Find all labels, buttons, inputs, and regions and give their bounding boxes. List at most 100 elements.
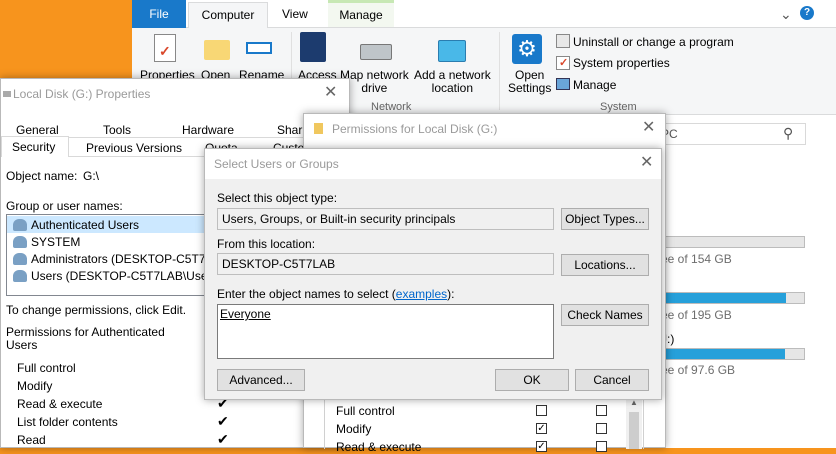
drive-usage-fill <box>658 349 786 359</box>
system-group-label: System <box>600 101 637 113</box>
examples-link[interactable]: examples <box>396 287 447 301</box>
close-icon[interactable]: ✕ <box>642 120 655 136</box>
tab-view[interactable]: View <box>282 7 308 21</box>
add-network-location-button[interactable]: Add a network location <box>414 69 491 95</box>
drive-usage-bar <box>657 348 805 360</box>
permission-name: Read & execute <box>17 397 103 411</box>
ribbon-separator <box>499 32 500 110</box>
tab-tools[interactable]: Tools <box>103 123 131 137</box>
network-group-label: Network <box>371 101 412 113</box>
check-names-button[interactable]: Check Names <box>561 304 649 326</box>
location-field: DESKTOP-C5T7LAB <box>217 253 554 275</box>
drive-free-space: ree of 97.6 GB <box>657 363 736 377</box>
drive-usage-fill <box>658 293 787 303</box>
select-users-title: Select Users or Groups <box>214 157 339 171</box>
folder-icon <box>314 123 323 134</box>
close-icon[interactable]: ✕ <box>324 85 337 101</box>
settings-gear-icon: ⚙ <box>512 34 542 64</box>
properties-titlebar: Local Disk (G:) Properties ✕ <box>1 79 349 109</box>
change-permissions-text: To change permissions, click Edit. <box>6 303 187 317</box>
properties-title: Local Disk (G:) Properties <box>13 87 151 101</box>
allow-check-icon: ✔ <box>217 413 229 429</box>
deny-checkbox[interactable] <box>596 423 607 434</box>
system-properties-link[interactable]: System properties <box>573 56 670 70</box>
drive-usage-bar <box>657 236 805 248</box>
users-group-icon <box>13 236 27 248</box>
permissions-for-line2: Users <box>6 338 38 352</box>
tab-hardware[interactable]: Hardware <box>182 123 234 137</box>
open-settings-line2: Settings <box>508 81 552 95</box>
media-access-icon <box>300 32 326 62</box>
select-users-titlebar: Select Users or Groups ✕ <box>205 149 661 179</box>
user-name: Administrators (DESKTOP-C5T7LAB\ <box>31 252 232 266</box>
permissions-scrollbar[interactable]: ▲ <box>626 396 642 449</box>
drive-usage-bar <box>657 292 805 304</box>
object-type-label: Select this object type: <box>217 191 338 205</box>
users-group-icon <box>13 219 27 231</box>
open-settings-button[interactable]: Open Settings <box>508 69 551 95</box>
locations-button[interactable]: Locations... <box>561 254 649 276</box>
object-type-field: Users, Groups, or Built-in security prin… <box>217 208 554 230</box>
permission-name: Full control <box>17 361 76 375</box>
map-network-drive-button[interactable]: Map network drive <box>340 69 409 95</box>
allow-checkbox[interactable]: ✓ <box>536 423 547 434</box>
drive-free-space: ree of 195 GB <box>657 308 732 322</box>
object-types-button[interactable]: Object Types... <box>561 208 649 230</box>
allow-checkbox[interactable] <box>536 405 547 416</box>
network-location-icon <box>438 40 466 62</box>
users-group-icon <box>13 253 27 265</box>
allow-checkbox[interactable]: ✓ <box>536 441 547 452</box>
tab-security[interactable]: Security <box>1 136 69 157</box>
user-name: SYSTEM <box>31 235 81 249</box>
add-network-line2: location <box>431 81 474 95</box>
folder-open-icon <box>204 40 230 60</box>
deny-checkbox[interactable] <box>596 441 607 452</box>
tab-manage[interactable]: Manage <box>328 0 394 27</box>
system-properties-icon: ✓ <box>556 56 570 70</box>
object-names-input[interactable]: Everyone <box>217 304 554 359</box>
rename-icon <box>246 42 272 54</box>
deny-checkbox[interactable] <box>596 405 607 416</box>
select-users-dialog: Select Users or Groups ✕ Select this obj… <box>204 148 662 400</box>
object-name-value: G:\ <box>83 169 100 183</box>
group-names-label: Group or user names: <box>6 199 123 213</box>
permission-name: Read & execute <box>336 440 422 454</box>
location-label: From this location: <box>217 237 316 251</box>
object-names-value: Everyone <box>220 307 271 321</box>
allow-check-icon: ✔ <box>217 431 229 447</box>
ok-button[interactable]: OK <box>495 369 569 391</box>
users-group-icon <box>13 270 27 282</box>
manage-link[interactable]: Manage <box>573 78 616 92</box>
advanced-button[interactable]: Advanced... <box>217 369 305 391</box>
properties-icon: ✓ <box>154 34 176 62</box>
permissions-titlebar: Permissions for Local Disk (G:) ✕ <box>304 114 665 144</box>
permission-name: Modify <box>17 379 53 393</box>
tab-file-label: File <box>149 7 169 21</box>
cancel-button[interactable]: Cancel <box>575 369 649 391</box>
tab-manage-label: Manage <box>339 8 383 22</box>
close-icon[interactable]: ✕ <box>640 155 653 171</box>
tab-previous-versions[interactable]: Previous Versions <box>86 141 182 155</box>
manage-icon <box>556 78 570 90</box>
permission-name: Modify <box>336 422 372 436</box>
permission-name: Read <box>17 433 46 447</box>
permissions-for-label: Permissions for Authenticated Users <box>6 326 165 352</box>
drive-icon <box>3 91 11 97</box>
minimize-ribbon-icon[interactable]: ⌄ <box>780 6 792 23</box>
tab-general[interactable]: General <box>16 123 59 137</box>
object-name-label: Object name: <box>6 169 78 183</box>
enter-names-suffix: ): <box>447 287 455 301</box>
help-icon[interactable]: ? <box>800 6 814 20</box>
tab-computer-label: Computer <box>201 8 255 22</box>
user-name: Authenticated Users <box>31 218 140 232</box>
search-icon: ⚲ <box>783 125 794 141</box>
tab-security-label: Security <box>12 140 56 154</box>
tab-file[interactable]: File <box>132 0 186 28</box>
map-network-line2: drive <box>361 81 388 95</box>
permissions-title: Permissions for Local Disk (G:) <box>332 122 498 136</box>
uninstall-program-link[interactable]: Uninstall or change a program <box>573 35 734 49</box>
user-name: Users (DESKTOP-C5T7LAB\Users) <box>31 269 222 283</box>
enter-names-prefix: Enter the object names to select ( <box>217 287 396 301</box>
tab-computer[interactable]: Computer <box>188 2 268 29</box>
scroll-thumb[interactable] <box>629 412 639 449</box>
